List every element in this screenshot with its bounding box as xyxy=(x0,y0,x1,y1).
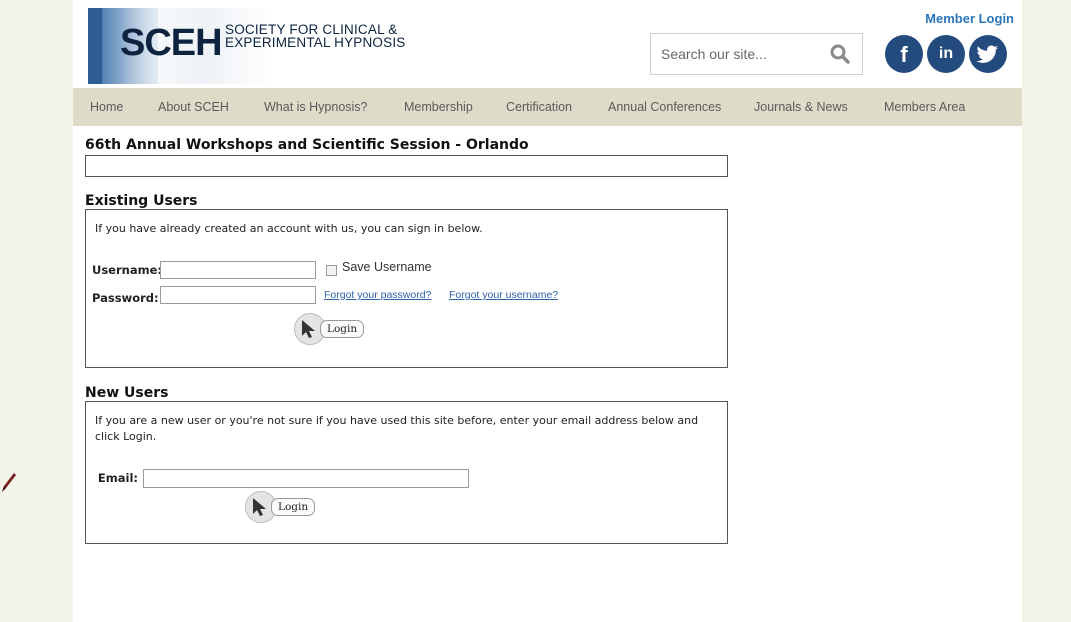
nav-item-journals-news[interactable]: Journals & News xyxy=(754,88,848,126)
site-header: SCEH SOCIETY FOR CLINICAL & EXPERIMENTAL… xyxy=(73,0,1022,86)
nav-item-annual-conferences[interactable]: Annual Conferences xyxy=(608,88,721,126)
search-input[interactable] xyxy=(651,34,831,74)
twitter-icon[interactable] xyxy=(969,35,1007,73)
password-input[interactable] xyxy=(160,286,316,304)
title-underline-box xyxy=(85,155,728,177)
nav-item-what-is-hypnosis[interactable]: What is Hypnosis? xyxy=(264,88,368,126)
nav-item-certification[interactable]: Certification xyxy=(506,88,572,126)
page-container: SCEH SOCIETY FOR CLINICAL & EXPERIMENTAL… xyxy=(73,0,1022,622)
logo-subtitle: SOCIETY FOR CLINICAL & EXPERIMENTAL HYPN… xyxy=(225,23,465,50)
twitter-bird-icon xyxy=(976,45,998,63)
site-search xyxy=(650,33,863,75)
username-input[interactable] xyxy=(160,261,316,279)
main-nav: Home About SCEH What is Hypnosis? Member… xyxy=(73,88,1022,126)
cursor-arrow-icon xyxy=(253,498,266,516)
cursor-arrow-icon xyxy=(302,320,315,338)
password-label: Password: xyxy=(92,291,159,305)
email-label: Email: xyxy=(97,471,138,485)
save-username-label[interactable]: Save Username xyxy=(342,260,432,274)
save-username-checkbox[interactable] xyxy=(326,265,337,276)
page-title: 66th Annual Workshops and Scientific Ses… xyxy=(85,137,529,153)
forgot-username-link[interactable]: Forgot your username? xyxy=(449,289,558,301)
login-label: Login xyxy=(320,320,365,338)
login-label: Login xyxy=(271,498,316,516)
existing-users-box: If you have already created an account w… xyxy=(85,209,728,368)
nav-item-about[interactable]: About SCEH xyxy=(158,88,229,126)
pencil-icon xyxy=(2,473,16,492)
logo-text[interactable]: SCEH xyxy=(120,22,223,65)
email-input[interactable] xyxy=(143,469,469,488)
new-users-intro: If you are a new user or you're not sure… xyxy=(95,414,699,443)
logo-subtitle-line2: EXPERIMENTAL HYPNOSIS xyxy=(225,35,406,50)
existing-users-intro: If you have already created an account w… xyxy=(95,222,483,235)
search-icon[interactable] xyxy=(830,44,850,64)
forgot-password-link[interactable]: Forgot your password? xyxy=(324,289,431,301)
new-users-heading: New Users xyxy=(85,385,169,401)
member-login-link[interactable]: Member Login xyxy=(925,11,1014,26)
existing-users-heading: Existing Users xyxy=(85,193,198,209)
linkedin-icon[interactable]: in xyxy=(927,35,965,73)
nav-item-members-area[interactable]: Members Area xyxy=(884,88,965,126)
nav-item-membership[interactable]: Membership xyxy=(404,88,473,126)
new-users-box: If you are a new user or you're not sure… xyxy=(85,401,728,544)
nav-item-home[interactable]: Home xyxy=(90,88,123,126)
username-label: Username: xyxy=(92,263,162,277)
facebook-icon[interactable]: f xyxy=(885,35,923,73)
